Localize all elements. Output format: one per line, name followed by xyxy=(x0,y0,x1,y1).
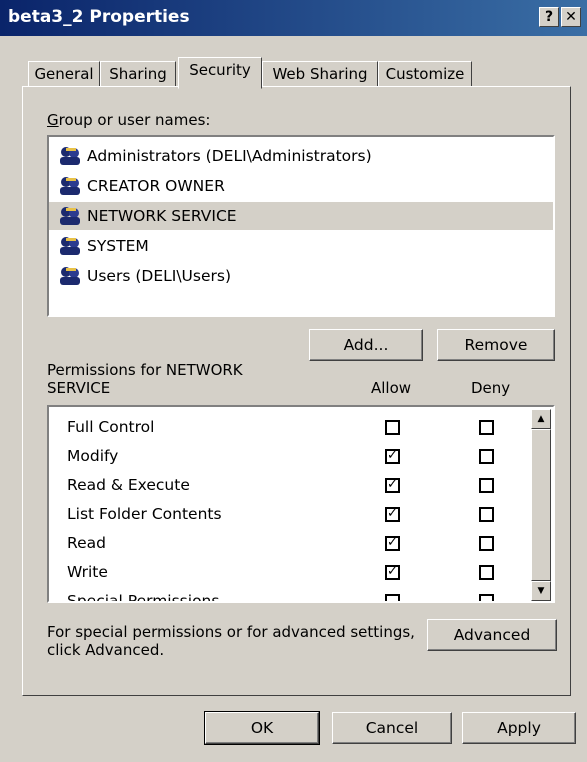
allow-checkbox[interactable] xyxy=(385,594,400,601)
permission-name: Read & Execute xyxy=(67,476,190,494)
deny-checkbox[interactable] xyxy=(479,478,494,493)
permission-name: Special Permissions xyxy=(67,592,220,603)
permissions-list[interactable]: Full Control Modify ✓ Read & Execute ✓ List F… xyxy=(47,405,555,603)
list-item[interactable]: Users (DELI\Users) xyxy=(49,262,553,290)
permission-row: Special Permissions xyxy=(53,587,533,603)
permission-row: Modify ✓ xyxy=(53,442,533,471)
list-item-selected[interactable]: NETWORK SERVICE xyxy=(49,202,553,230)
users-group-icon xyxy=(60,147,80,165)
title-bar[interactable]: beta3_2 Properties ? ✕ xyxy=(0,0,587,36)
deny-checkbox[interactable] xyxy=(479,565,494,580)
deny-checkbox[interactable] xyxy=(479,507,494,522)
permission-name: Read xyxy=(67,534,106,552)
advanced-help-text: For special permissions or for advanced … xyxy=(47,623,415,659)
allow-checkbox[interactable]: ✓ xyxy=(385,565,400,580)
list-item[interactable]: CREATOR OWNER xyxy=(49,172,553,200)
users-group-icon xyxy=(60,267,80,285)
permissions-scrollbar[interactable]: ▲ ▼ xyxy=(531,409,551,601)
list-item[interactable]: Administrators (DELI\Administrators) xyxy=(49,142,553,170)
scroll-up-arrow-icon[interactable]: ▲ xyxy=(531,409,551,429)
remove-button[interactable]: Remove xyxy=(437,329,555,361)
permission-row: Read ✓ xyxy=(53,529,533,558)
security-panel: Group or user names: Administrators (DEL… xyxy=(22,86,571,696)
apply-button[interactable]: Apply xyxy=(462,712,576,744)
permission-name: Full Control xyxy=(67,418,155,436)
users-group-icon xyxy=(60,207,80,225)
user-name: CREATOR OWNER xyxy=(87,177,225,195)
user-name: Administrators (DELI\Administrators) xyxy=(87,147,372,165)
deny-checkbox[interactable] xyxy=(479,594,494,601)
scroll-down-arrow-icon[interactable]: ▼ xyxy=(531,581,551,601)
close-button[interactable]: ✕ xyxy=(561,7,581,27)
allow-header: Allow xyxy=(371,379,412,397)
tab-general[interactable]: General xyxy=(28,61,100,87)
users-group-icon xyxy=(60,177,80,195)
add-button[interactable]: Add... xyxy=(309,329,423,361)
permission-name: Modify xyxy=(67,447,119,465)
user-name: Users (DELI\Users) xyxy=(87,267,231,285)
tab-security[interactable]: Security xyxy=(178,57,262,89)
allow-checkbox[interactable]: ✓ xyxy=(385,478,400,493)
permission-row: List Folder Contents ✓ xyxy=(53,500,533,529)
window-title: beta3_2 Properties xyxy=(8,7,190,27)
cancel-button[interactable]: Cancel xyxy=(332,712,452,744)
scroll-thumb[interactable] xyxy=(531,429,551,581)
allow-checkbox[interactable]: ✓ xyxy=(385,449,400,464)
permissions-label: Permissions for NETWORK SERVICE xyxy=(47,361,243,397)
permission-name: Write xyxy=(67,563,108,581)
allow-checkbox[interactable]: ✓ xyxy=(385,536,400,551)
allow-checkbox[interactable] xyxy=(385,420,400,435)
tab-customize[interactable]: Customize xyxy=(378,61,472,87)
user-listbox[interactable]: Administrators (DELI\Administrators) CRE… xyxy=(47,135,555,317)
tab-web-sharing[interactable]: Web Sharing xyxy=(262,61,378,87)
deny-checkbox[interactable] xyxy=(479,536,494,551)
list-item[interactable]: SYSTEM xyxy=(49,232,553,260)
users-group-icon xyxy=(60,237,80,255)
properties-dialog: beta3_2 Properties ? ✕ General Sharing S… xyxy=(0,0,587,762)
permission-row: Write ✓ xyxy=(53,558,533,587)
deny-header: Deny xyxy=(471,379,511,397)
permission-name: List Folder Contents xyxy=(67,505,222,523)
deny-checkbox[interactable] xyxy=(479,449,494,464)
advanced-button[interactable]: Advanced xyxy=(427,619,557,651)
ok-button[interactable]: OK xyxy=(204,711,320,745)
user-name: SYSTEM xyxy=(87,237,149,255)
help-button[interactable]: ? xyxy=(539,7,559,27)
group-label: Group or user names: xyxy=(47,111,211,129)
permission-row: Read & Execute ✓ xyxy=(53,471,533,500)
allow-checkbox[interactable]: ✓ xyxy=(385,507,400,522)
deny-checkbox[interactable] xyxy=(479,420,494,435)
user-name: NETWORK SERVICE xyxy=(87,207,237,225)
tab-sharing[interactable]: Sharing xyxy=(100,61,176,87)
permission-row: Full Control xyxy=(53,413,533,442)
